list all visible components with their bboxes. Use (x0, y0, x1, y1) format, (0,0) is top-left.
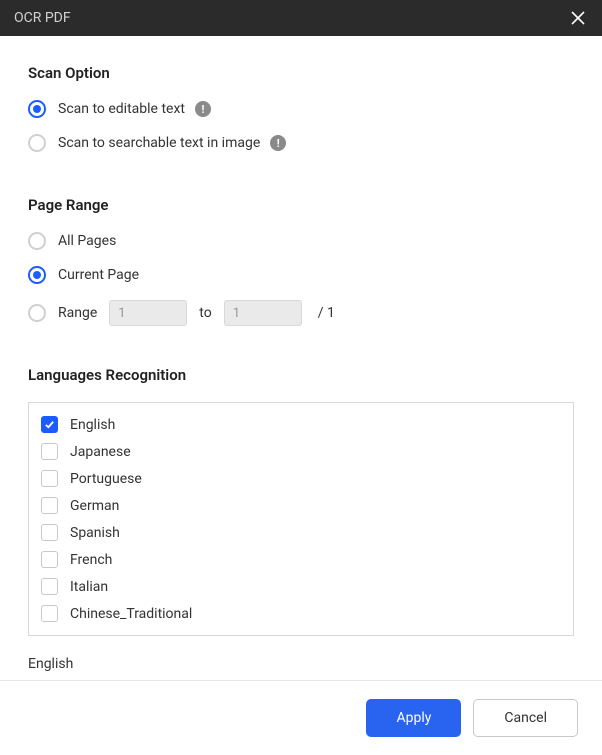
dialog-title: OCR PDF (14, 10, 71, 26)
language-label: German (70, 498, 119, 514)
language-label: English (70, 417, 115, 433)
languages-list[interactable]: English Japanese Portuguese German Spanish Fr… (29, 403, 573, 635)
radio-icon (28, 100, 46, 118)
dialog-footer: Apply Cancel (0, 680, 602, 755)
language-item[interactable]: Chinese_Traditional (29, 600, 573, 627)
language-item[interactable]: Portuguese (29, 465, 573, 492)
range-to-input[interactable] (224, 300, 302, 326)
info-icon[interactable]: ! (270, 135, 286, 151)
language-label: Spanish (70, 525, 120, 541)
language-item[interactable]: Spanish (29, 519, 573, 546)
radio-scan-editable[interactable]: Scan to editable text ! (28, 100, 574, 118)
language-label: Italian (70, 579, 108, 595)
language-item[interactable]: French (29, 546, 573, 573)
radio-label: Scan to searchable text in image (58, 135, 260, 151)
cancel-button[interactable]: Cancel (473, 699, 578, 737)
range-total: / 1 (318, 305, 335, 321)
radio-label: Range (58, 305, 97, 321)
checkbox-icon (41, 524, 58, 541)
checkbox-icon (41, 578, 58, 595)
radio-icon (28, 304, 46, 322)
scan-option-title: Scan Option (28, 64, 574, 82)
range-to-label: to (199, 305, 211, 321)
checkbox-icon (41, 605, 58, 622)
radio-icon (28, 232, 46, 250)
language-item[interactable]: German (29, 492, 573, 519)
page-range-title: Page Range (28, 196, 574, 214)
language-label: Japanese (70, 444, 131, 460)
radio-current-page[interactable]: Current Page (28, 266, 574, 284)
language-item[interactable]: English (29, 411, 573, 438)
radio-icon (28, 134, 46, 152)
language-item[interactable]: Italian (29, 573, 573, 600)
checkbox-icon (41, 443, 58, 460)
language-item[interactable]: Japanese (29, 438, 573, 465)
radio-range[interactable]: Range to / 1 (28, 300, 574, 326)
close-icon[interactable] (568, 8, 588, 28)
checkbox-icon (41, 416, 58, 433)
radio-all-pages[interactable]: All Pages (28, 232, 574, 250)
titlebar: OCR PDF (0, 0, 602, 36)
languages-list-container: English Japanese Portuguese German Spanish Fr… (28, 402, 574, 636)
info-icon[interactable]: ! (195, 101, 211, 117)
radio-label: All Pages (58, 233, 116, 249)
language-label: Portuguese (70, 471, 142, 487)
checkbox-icon (41, 551, 58, 568)
range-from-input[interactable] (109, 300, 187, 326)
checkbox-icon (41, 497, 58, 514)
radio-scan-searchable[interactable]: Scan to searchable text in image ! (28, 134, 574, 152)
dialog-content: Scan Option Scan to editable text ! Scan… (0, 36, 602, 680)
language-label: Chinese_Traditional (70, 606, 192, 622)
language-label: French (70, 552, 112, 568)
radio-label: Current Page (58, 267, 139, 283)
radio-icon (28, 266, 46, 284)
apply-button[interactable]: Apply (366, 699, 461, 737)
languages-title: Languages Recognition (28, 366, 574, 384)
checkbox-icon (41, 470, 58, 487)
page-range-section: Page Range All Pages Current Page Range … (28, 196, 574, 340)
radio-label: Scan to editable text (58, 101, 185, 117)
selected-languages: English (28, 656, 574, 680)
languages-section: Languages Recognition English Japanese Por… (28, 366, 574, 670)
